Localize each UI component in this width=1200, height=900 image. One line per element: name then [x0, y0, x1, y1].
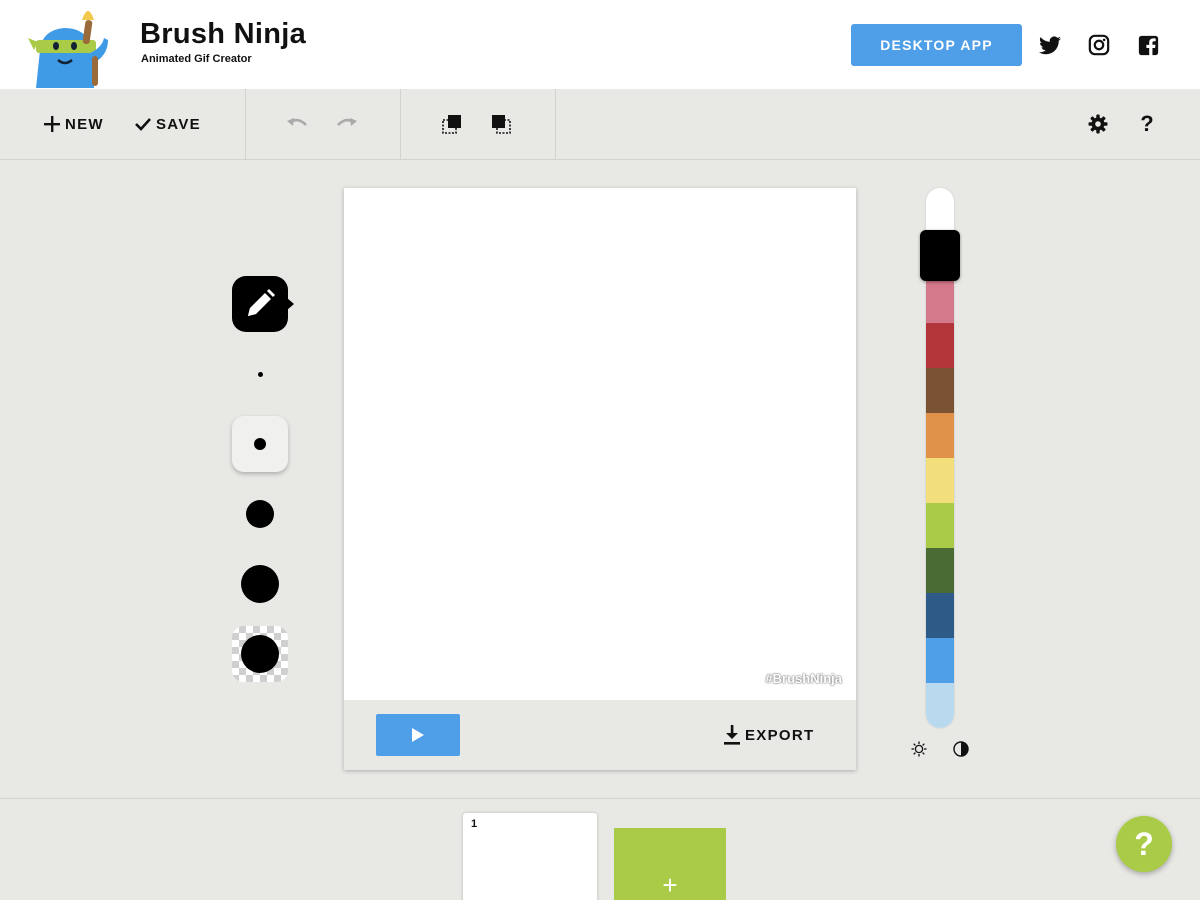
- brush-size-extra-small[interactable]: [232, 346, 288, 402]
- ninja-mascot-icon[interactable]: [22, 2, 114, 88]
- export-label: EXPORT: [745, 726, 815, 744]
- color-swatch-navy[interactable]: [926, 593, 954, 638]
- brush-size-small[interactable]: [232, 416, 288, 472]
- question-icon[interactable]: ?: [1134, 111, 1160, 137]
- toolbar-divider: [555, 89, 556, 159]
- color-swatch-pink[interactable]: [926, 278, 954, 323]
- app-header: Brush Ninja Animated Gif Creator DESKTOP…: [0, 0, 1200, 89]
- toolbar: NEW SAVE ?: [0, 89, 1200, 160]
- drawing-area: #BrushNinja EXPORT: [344, 188, 856, 770]
- plus-icon: [44, 116, 60, 132]
- drawing-canvas[interactable]: #BrushNinja: [344, 188, 856, 700]
- download-icon: [724, 725, 740, 745]
- save-button[interactable]: SAVE: [135, 112, 201, 136]
- frame-number: 1: [471, 818, 478, 830]
- gear-icon[interactable]: [1085, 111, 1111, 137]
- color-swatch-lime[interactable]: [926, 503, 954, 548]
- watermark: #BrushNinja: [765, 671, 842, 686]
- toolbar-divider: [245, 89, 246, 159]
- help-button[interactable]: ?: [1116, 816, 1172, 872]
- brush-size-large[interactable]: [232, 556, 288, 612]
- duplicate-frame-icon[interactable]: [439, 111, 465, 137]
- frame-thumbnail[interactable]: 1: [463, 813, 597, 900]
- eraser-size-extra-large[interactable]: [232, 626, 288, 682]
- new-label: NEW: [65, 115, 104, 133]
- sun-icon[interactable]: [910, 740, 928, 758]
- color-swatch-yellow[interactable]: [926, 458, 954, 503]
- color-swatch-light-blue[interactable]: [926, 683, 954, 728]
- play-icon: [412, 728, 424, 742]
- undo-icon[interactable]: [284, 111, 310, 137]
- redo-icon[interactable]: [334, 111, 360, 137]
- color-swatch-dark-green[interactable]: [926, 548, 954, 593]
- play-button[interactable]: [376, 714, 460, 756]
- app-title: Brush Ninja: [140, 18, 307, 50]
- desktop-app-button[interactable]: DESKTOP APP: [851, 24, 1022, 66]
- toolbar-divider: [400, 89, 401, 159]
- selected-color-indicator[interactable]: [920, 230, 960, 281]
- twitter-icon[interactable]: [1038, 33, 1062, 57]
- color-swatch-brown[interactable]: [926, 368, 954, 413]
- color-swatch-red[interactable]: [926, 323, 954, 368]
- facebook-icon[interactable]: [1136, 33, 1160, 57]
- instagram-icon[interactable]: [1087, 33, 1111, 57]
- add-frame-button[interactable]: +: [614, 828, 726, 900]
- pencil-tool-button[interactable]: [232, 276, 294, 332]
- save-label: SAVE: [156, 115, 201, 133]
- export-button[interactable]: EXPORT: [724, 724, 814, 746]
- color-swatch-blue[interactable]: [926, 638, 954, 683]
- color-swatch-white[interactable]: [926, 188, 954, 233]
- brush-size-medium[interactable]: [232, 486, 288, 542]
- pencil-icon: [248, 289, 275, 316]
- check-icon: [135, 118, 151, 131]
- app-subtitle: Animated Gif Creator: [141, 53, 252, 65]
- color-swatch-orange[interactable]: [926, 413, 954, 458]
- contrast-icon[interactable]: [952, 740, 970, 758]
- onion-skin-icon[interactable]: [488, 111, 514, 137]
- new-button[interactable]: NEW: [44, 112, 104, 136]
- frame-timeline: 1 +: [0, 798, 1200, 900]
